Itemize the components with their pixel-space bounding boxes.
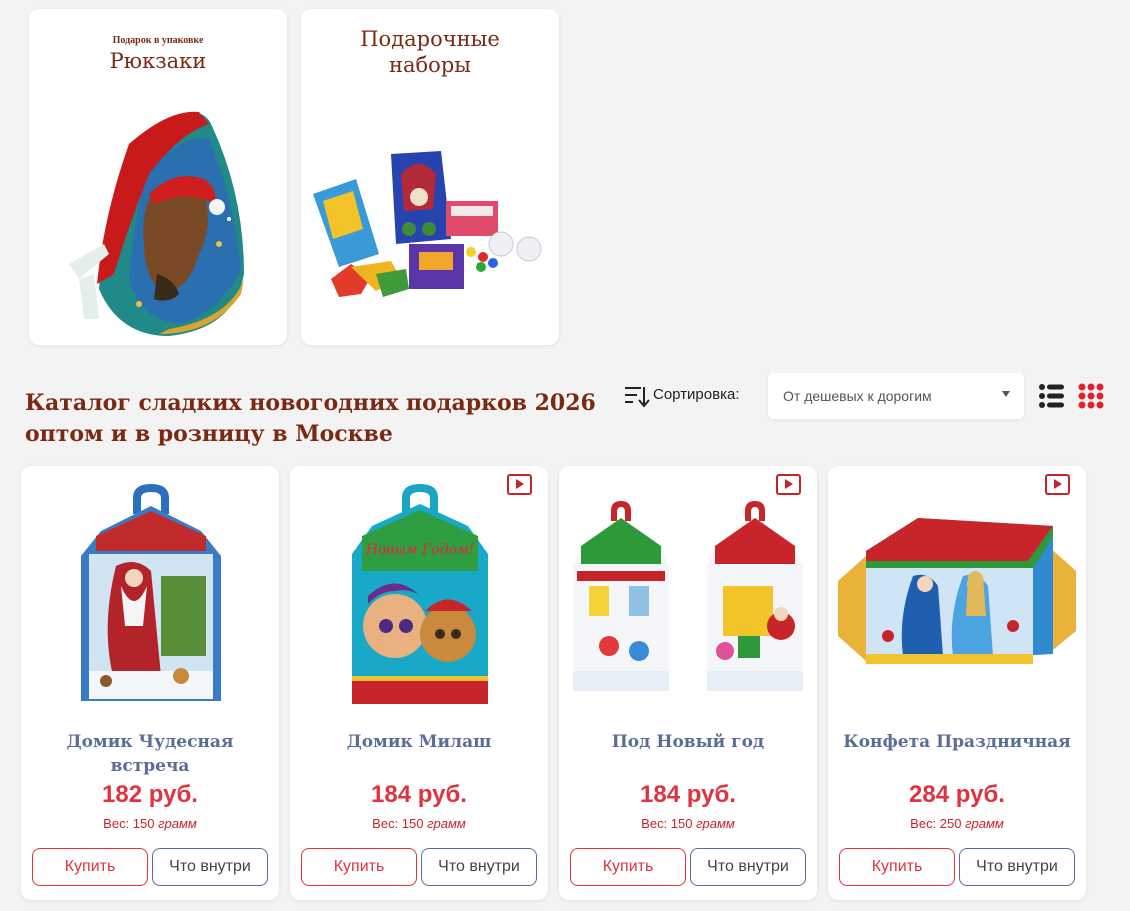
sort-selected-value: От дешевых к дорогим [783,388,932,404]
product-name[interactable]: Конфета Праздничная [838,730,1076,754]
weight-value: Вес: 150 [641,816,693,831]
backpack-image [69,111,244,336]
catalog-title: Каталог сладких новогодних подарков 2026… [25,390,596,447]
product-card: Домик Чудесная встреча 182 руб. Вес: 150… [21,466,279,900]
product-card: Конфета Праздничная 284 руб. Вес: 250 гр… [828,466,1086,900]
chevron-down-icon [1002,391,1010,397]
sort-icon [625,387,650,408]
product-image[interactable] [21,476,279,716]
product-price: 184 руб. [640,781,736,808]
buy-button[interactable]: Купить [570,848,686,886]
product-image[interactable]: Новым Годом! [290,476,548,716]
svg-text:Новым Годом!: Новым Годом! [365,542,474,558]
buy-button[interactable]: Купить [301,848,417,886]
product-price: 182 руб. [102,781,198,808]
whats-inside-button[interactable]: Что внутри [959,848,1075,886]
product-weight: Вес: 150 грамм [21,816,279,831]
category-title: Подарочные наборы [360,27,500,77]
product-name[interactable]: Домик Милаш [300,730,538,754]
buy-button[interactable]: Купить [32,848,148,886]
product-image[interactable] [559,476,817,716]
product-weight: Вес: 150 грамм [559,816,817,831]
whats-inside-button[interactable]: Что внутри [421,848,537,886]
weight-unit: грамм [427,816,466,831]
product-name[interactable]: Под Новый год [569,730,807,754]
product-card: Новым Годом! Домик Милаш 184 руб. Вес: 1… [290,466,548,900]
product-card: Под Новый год 184 руб. Вес: 150 грамм Ку… [559,466,817,900]
weight-value: Вес: 250 [910,816,962,831]
weight-unit: грамм [696,816,735,831]
buy-button[interactable]: Купить [839,848,955,886]
product-image[interactable] [828,476,1086,716]
grid-view-icon[interactable] [1078,383,1104,409]
product-name[interactable]: Домик Чудесная встреча [31,730,269,778]
category-card-gift-sets[interactable]: Подарочные наборы [301,9,559,345]
product-price: 184 руб. [371,781,467,808]
whats-inside-button[interactable]: Что внутри [152,848,268,886]
list-view-icon[interactable] [1038,383,1064,409]
weight-value: Вес: 150 [372,816,424,831]
weight-unit: грамм [965,816,1004,831]
sort-select[interactable]: От дешевых к дорогим [768,373,1024,419]
weight-unit: грамм [158,816,197,831]
category-card-backpacks[interactable]: Подарок в упаковке Рюкзаки [29,9,287,345]
gift-set-image [313,151,542,297]
weight-value: Вес: 150 [103,816,155,831]
category-small-label: Подарок в упаковке [112,35,204,46]
sort-label: Сортировка: [653,386,740,403]
product-price: 284 руб. [909,781,1005,808]
product-weight: Вес: 250 грамм [828,816,1086,831]
product-weight: Вес: 150 грамм [290,816,548,831]
category-title: Рюкзаки [109,49,207,73]
whats-inside-button[interactable]: Что внутри [690,848,806,886]
